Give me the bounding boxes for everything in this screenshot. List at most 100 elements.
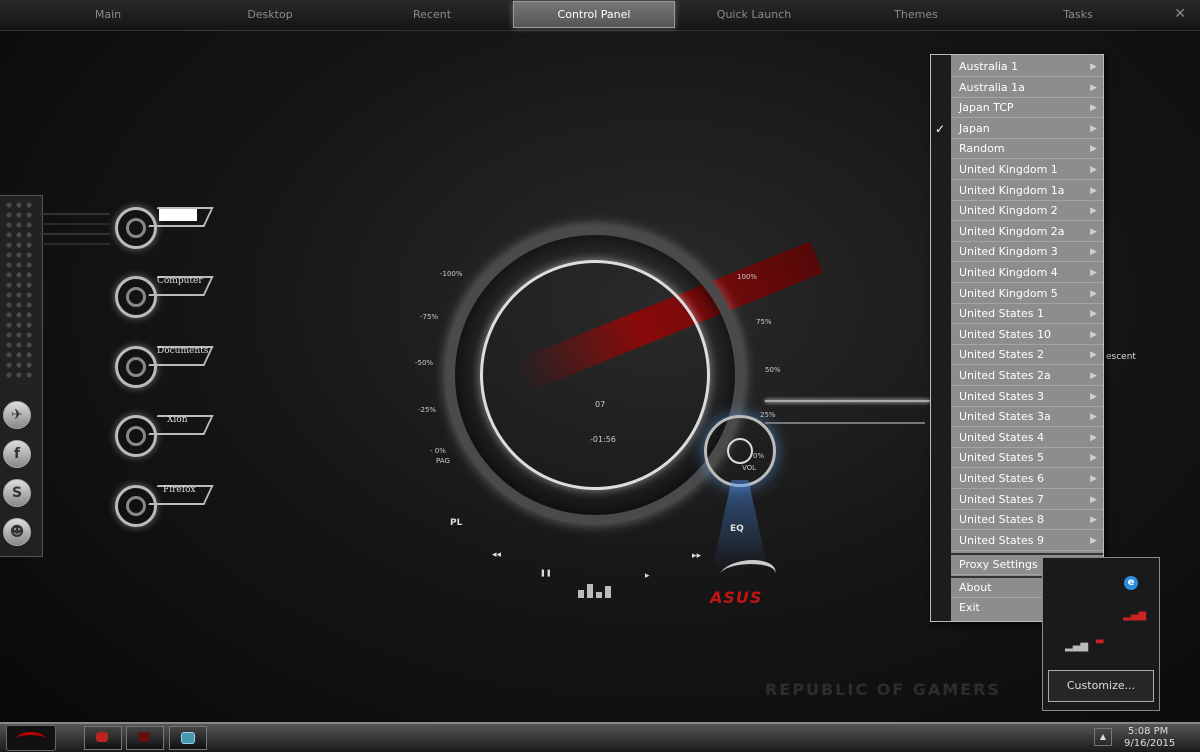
close-icon[interactable]: ✕ — [1174, 6, 1186, 22]
shortcut-ring-icon — [115, 485, 157, 527]
menu-item-server[interactable]: United States 5 ▶ — [951, 448, 1103, 469]
menu-item-server[interactable]: Australia 1a ▶ — [951, 78, 1103, 98]
shortcut-blank[interactable] — [115, 203, 215, 249]
menu-item-server[interactable]: United States 6 ▶ — [951, 469, 1103, 489]
menu-item-label: Japan TCP — [959, 101, 1014, 115]
server-context-menu: Australia 1 ▶ Australia 1a ▶ Japan TCP ▶ Japan… — [930, 54, 1104, 622]
people-icon[interactable]: ☻ — [3, 518, 31, 546]
shortcut-label: Firefox — [163, 485, 196, 495]
tab-tasks[interactable]: Tasks — [998, 0, 1158, 28]
pause-icon[interactable]: ❚❚ — [540, 569, 552, 577]
eset-icon[interactable]: e — [1124, 576, 1138, 590]
tab-main[interactable]: Main — [28, 0, 188, 28]
menu-item-server[interactable]: United Kingdom 1 ▶ — [951, 160, 1103, 180]
menu-item-server[interactable]: United States 2a ▶ — [951, 366, 1103, 386]
shortcut-documents[interactable]: Documents — [115, 342, 215, 388]
shortcut-ring-icon — [115, 415, 157, 457]
tab-recent[interactable]: Recent — [352, 0, 512, 28]
menu-item-server[interactable]: Japan ✓ ▶ — [935, 119, 1103, 139]
menu-item-server[interactable]: Japan TCP ▶ — [951, 98, 1103, 119]
menu-item-server[interactable]: United States 2 ▶ — [951, 345, 1103, 366]
signal-bars-icon[interactable]: ▂▄▆ — [1123, 610, 1146, 621]
menu-item-label: United Kingdom 5 — [959, 286, 1058, 300]
menu-item-label: United States 9 — [959, 533, 1044, 547]
tab-control-panel[interactable]: Control Panel — [513, 1, 675, 28]
menu-item-server[interactable]: United Kingdom 3 ▶ — [951, 242, 1103, 263]
skype-icon[interactable]: S — [3, 479, 31, 507]
menu-item-server[interactable]: Australia 1 ▶ — [951, 57, 1103, 77]
tab-quick-launch[interactable]: Quick Launch — [674, 0, 834, 28]
menu-item-label: United Kingdom 4 — [959, 266, 1058, 279]
gauge-tick: 25% — [760, 411, 776, 419]
menu-item-server[interactable]: United States 3a ▶ — [951, 407, 1103, 428]
submenu-arrow-icon: ▶ — [1090, 432, 1097, 443]
menu-item-label: United States 2 — [959, 348, 1044, 362]
customize-button[interactable]: Customize... — [1048, 670, 1154, 702]
menu-item-server[interactable]: United States 9 ▶ — [951, 531, 1103, 551]
submenu-arrow-icon: ▶ — [1090, 62, 1097, 72]
shortcut-firefox[interactable]: Firefox — [115, 481, 215, 527]
menu-item-label: United States 3 — [959, 389, 1044, 403]
menu-item-label: United States 2a — [959, 369, 1051, 382]
submenu-arrow-icon: ▶ — [1090, 474, 1097, 484]
app-button-1[interactable] — [84, 726, 122, 750]
menu-item-server[interactable]: United States 3 ▶ — [951, 387, 1103, 407]
shortcut-ring-icon — [115, 207, 157, 249]
gauge-tick: 100% — [737, 273, 758, 281]
menu-item-server[interactable]: United States 1 ▶ — [951, 304, 1103, 325]
rog-start-icon — [17, 732, 45, 745]
menu-item-label: United States 5 — [959, 451, 1044, 465]
shortcut-computer[interactable]: Computer — [115, 272, 215, 318]
playlist-button[interactable]: PL — [450, 518, 462, 528]
menu-item-server[interactable]: United Kingdom 4 ▶ — [951, 263, 1103, 283]
menu-item-label: Japan — [959, 121, 990, 135]
time-remaining: -01:56 — [590, 435, 616, 444]
submenu-arrow-icon: ▶ — [1090, 82, 1097, 93]
menu-item-label: United States 4 — [959, 430, 1044, 444]
menu-item-server[interactable]: United States 7 ▶ — [951, 490, 1103, 510]
shortcut-label: Computer — [157, 276, 203, 286]
twitter-icon[interactable]: ✈ — [3, 401, 31, 429]
submenu-arrow-icon: ▶ — [1090, 185, 1097, 196]
menu-item-server[interactable]: United Kingdom 2a ▶ — [951, 222, 1103, 242]
show-hidden-icons-button[interactable]: ▲ — [1094, 728, 1112, 746]
media-gauge-inner — [480, 260, 710, 490]
keyboard-button[interactable] — [169, 726, 207, 750]
menu-item-server[interactable]: United Kingdom 5 ▶ — [951, 284, 1103, 304]
tab-themes[interactable]: Themes — [836, 0, 996, 28]
menu-item-label: United Kingdom 1 — [959, 163, 1058, 176]
menu-item-server[interactable]: United Kingdom 1a ▶ — [951, 181, 1103, 201]
menu-item-server[interactable]: United States 10 ▶ — [951, 325, 1103, 345]
clock-time[interactable]: 5:08 PM — [1128, 726, 1168, 737]
submenu-arrow-icon: ▶ — [1090, 515, 1097, 526]
battery-icon[interactable]: ▬ — [1095, 636, 1104, 647]
submenu-arrow-icon: ▶ — [1090, 453, 1097, 464]
menu-item-server[interactable]: United Kingdom 2 ▶ — [951, 201, 1103, 222]
equalizer-button[interactable]: EQ — [730, 524, 744, 534]
start-button[interactable] — [6, 725, 56, 751]
menu-item-label: United States 8 — [959, 513, 1044, 527]
menu-gutter — [931, 55, 951, 621]
checkmark-icon: ✓ — [935, 121, 946, 136]
menu-item-server[interactable]: Random ▶ — [951, 139, 1103, 160]
submenu-arrow-icon: ▶ — [1090, 309, 1097, 320]
shortcut-ring-icon — [115, 346, 157, 388]
play-icon[interactable]: ▸ — [645, 571, 650, 581]
gauge-tick: - 0% — [430, 447, 446, 455]
hex-pattern — [4, 200, 34, 380]
rewind-icon[interactable]: ◂◂ — [492, 550, 501, 560]
shortcut-xion[interactable]: Xion — [115, 411, 215, 457]
network-icon[interactable]: ▂▄▆ — [1065, 641, 1088, 652]
fast-forward-icon[interactable]: ▸▸ — [692, 551, 701, 561]
clock-date[interactable]: 9/16/2015 — [1124, 738, 1175, 749]
menu-item-label: United Kingdom 2a — [959, 224, 1065, 238]
eq-visualizer-icon — [576, 582, 620, 598]
menu-item-server[interactable]: United States 8 ▶ — [951, 510, 1103, 531]
menu-item-server[interactable]: United States 4 ▶ — [951, 428, 1103, 448]
submenu-arrow-icon: ▶ — [1090, 494, 1097, 505]
tab-desktop[interactable]: Desktop — [190, 0, 350, 28]
menu-item-label: United States 10 — [959, 327, 1051, 341]
submenu-arrow-icon: ▶ — [1090, 123, 1097, 134]
app-button-2[interactable] — [126, 726, 164, 750]
facebook-icon[interactable]: f — [3, 440, 31, 468]
